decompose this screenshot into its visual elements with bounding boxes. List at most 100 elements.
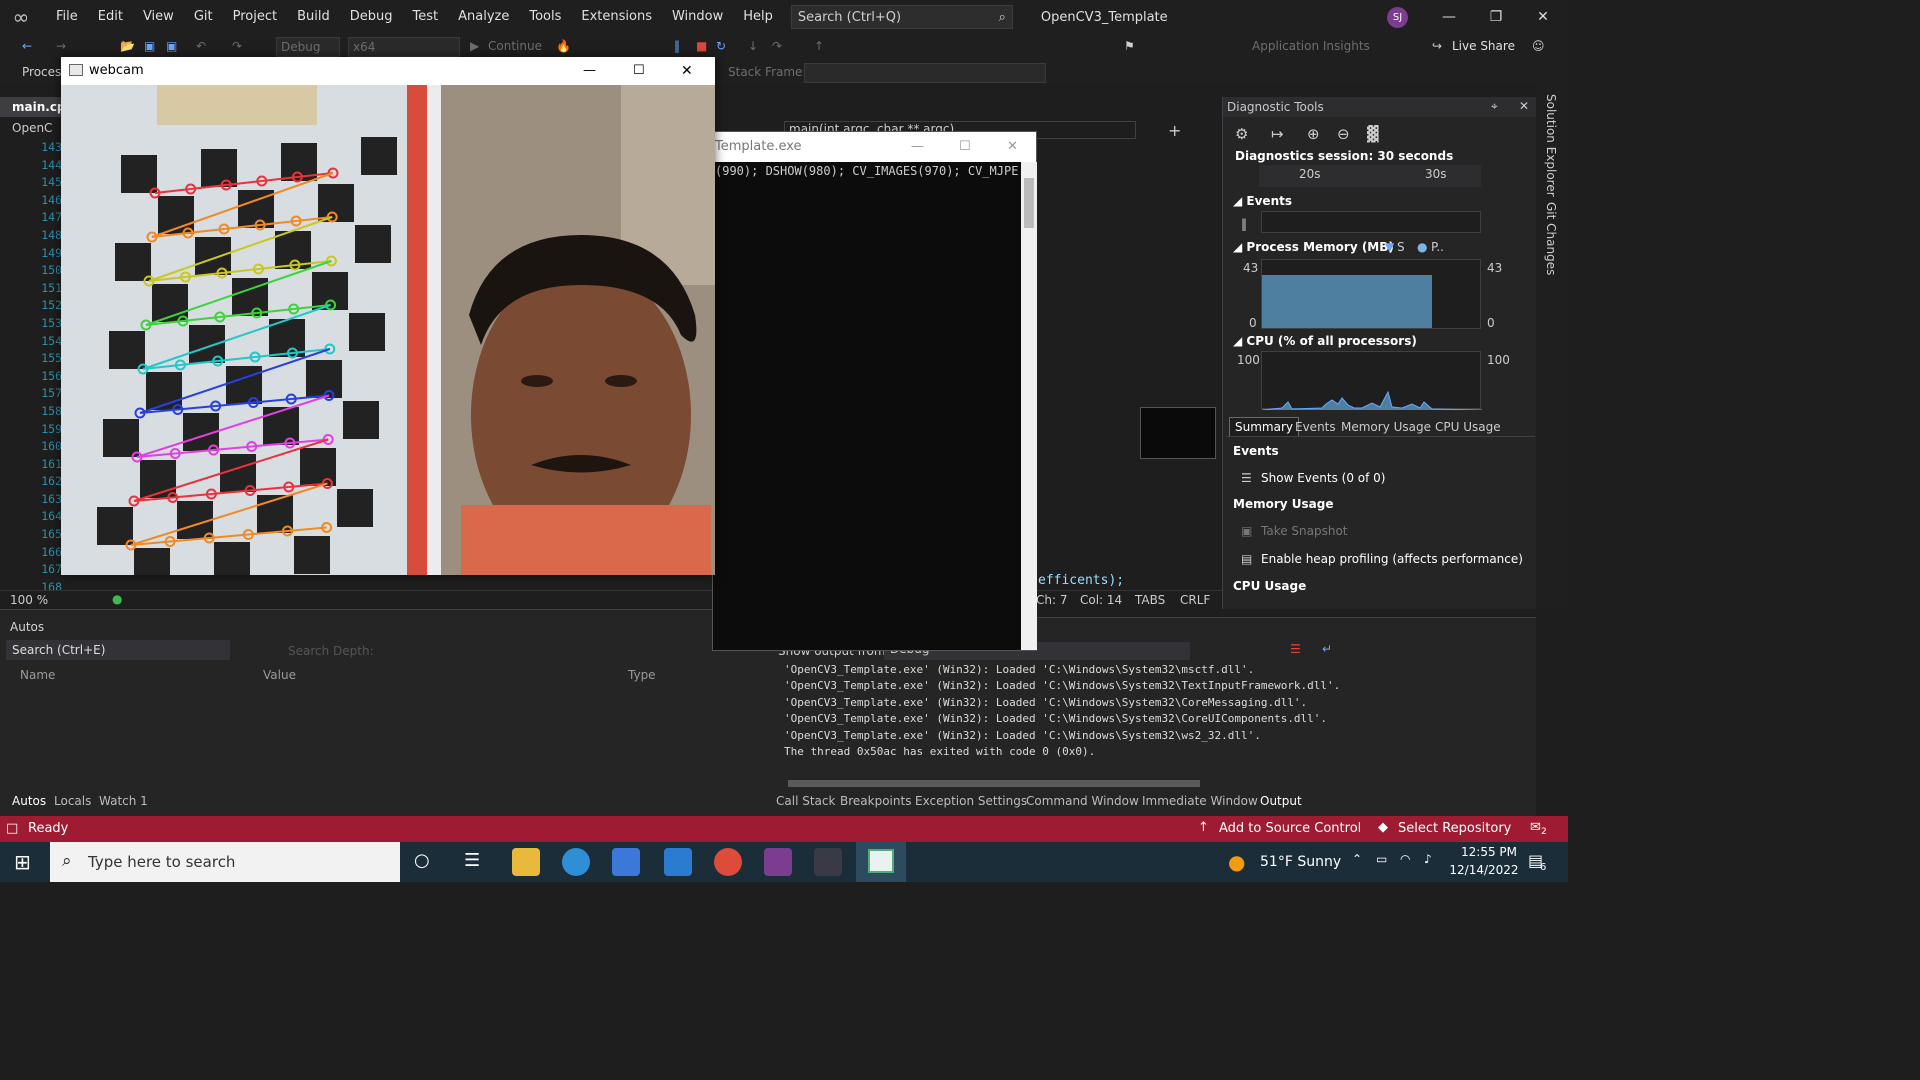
console-maximize-icon[interactable]: ☐ bbox=[959, 132, 971, 162]
enable-heap-profiling-link[interactable]: Enable heap profiling (affects performan… bbox=[1261, 552, 1523, 566]
chrome-icon[interactable] bbox=[714, 848, 742, 876]
menu-window[interactable]: Window bbox=[662, 0, 733, 34]
avatar[interactable]: SJ bbox=[1387, 7, 1408, 28]
line-ending[interactable]: CRLF bbox=[1180, 593, 1210, 607]
terminal-icon[interactable] bbox=[814, 848, 842, 876]
menu-debug[interactable]: Debug bbox=[340, 0, 403, 34]
tab-locals[interactable]: Locals bbox=[54, 794, 91, 808]
word-wrap-icon[interactable]: ↵ bbox=[1322, 642, 1332, 656]
console-scrollbar[interactable] bbox=[1021, 162, 1037, 650]
zoom-out-icon[interactable]: ⊖ bbox=[1337, 125, 1350, 143]
restart-icon[interactable]: ↻ bbox=[716, 39, 732, 55]
save-icon[interactable]: ▣ bbox=[144, 39, 160, 55]
live-share-button[interactable]: Live Share bbox=[1452, 39, 1515, 53]
events-pause-icon[interactable]: ‖ bbox=[1241, 217, 1247, 231]
step-into-icon[interactable]: ↓ bbox=[748, 39, 764, 55]
webcam-window[interactable]: webcam — ☐ ✕ bbox=[61, 57, 715, 575]
weather-sun-icon[interactable]: ● bbox=[1228, 850, 1245, 874]
hot-reload-icon[interactable]: 🔥 bbox=[556, 39, 572, 55]
tab-autos[interactable]: Autos bbox=[12, 794, 46, 808]
autos-search-input[interactable]: Search (Ctrl+E) bbox=[6, 640, 230, 660]
tab-call-stack[interactable]: Call Stack bbox=[776, 794, 835, 808]
tab-cpu-usage[interactable]: CPU Usage bbox=[1435, 420, 1501, 434]
step-out-icon[interactable]: ↑ bbox=[814, 39, 830, 55]
visual-studio-icon[interactable] bbox=[764, 848, 792, 876]
reset-view-icon[interactable]: ▓ bbox=[1367, 125, 1379, 143]
save-all-icon[interactable]: ▣ bbox=[166, 39, 182, 55]
battery-icon[interactable]: ▭ bbox=[1376, 852, 1387, 866]
stop-icon[interactable]: ■ bbox=[696, 39, 712, 55]
chevron-up-icon[interactable]: ⌃ bbox=[1352, 852, 1362, 866]
volume-icon[interactable]: ♪ bbox=[1424, 852, 1432, 866]
column-value[interactable]: Value bbox=[263, 668, 296, 682]
settings-icon[interactable]: ⚙ bbox=[1235, 125, 1248, 143]
undo-icon[interactable]: ↶ bbox=[196, 39, 212, 55]
edge-icon[interactable] bbox=[562, 848, 590, 876]
column-type[interactable]: Type bbox=[628, 668, 656, 682]
menu-extensions[interactable]: Extensions bbox=[571, 0, 662, 34]
menu-test[interactable]: Test bbox=[403, 0, 449, 34]
column-name[interactable]: Name bbox=[20, 668, 55, 682]
close-panel-icon[interactable]: ✕ bbox=[1519, 99, 1529, 113]
console-scroll-thumb[interactable] bbox=[1024, 178, 1034, 228]
configuration-dropdown[interactable]: Debug bbox=[276, 37, 340, 57]
tab-events[interactable]: Events bbox=[1295, 420, 1336, 434]
forward-icon[interactable]: → bbox=[56, 39, 72, 55]
webcam-title-bar[interactable]: webcam — ☐ ✕ bbox=[61, 57, 715, 85]
menu-project[interactable]: Project bbox=[223, 0, 287, 34]
console-window[interactable]: Template.exe — ☐ ✕ (990); DSHOW(980); CV… bbox=[712, 131, 1037, 651]
output-horizontal-scrollbar[interactable] bbox=[788, 780, 1200, 787]
zoom-level[interactable]: 100 % bbox=[10, 593, 48, 607]
clock-date[interactable]: 12/14/2022 bbox=[1448, 863, 1520, 877]
search-input[interactable]: Search (Ctrl+Q) ⌕ bbox=[790, 5, 1013, 29]
play-icon[interactable]: ▶ bbox=[470, 39, 479, 53]
console-minimize-icon[interactable]: — bbox=[911, 132, 924, 162]
tab-watch-1[interactable]: Watch 1 bbox=[99, 794, 148, 808]
platform-dropdown[interactable]: x64 bbox=[348, 37, 460, 57]
tab-exception-settings[interactable]: Exception Settings bbox=[915, 794, 1027, 808]
take-snapshot-button[interactable]: Take Snapshot bbox=[1261, 524, 1348, 538]
webcam-maximize-icon[interactable]: ☐ bbox=[633, 57, 645, 85]
cpu-chart[interactable] bbox=[1261, 351, 1483, 411]
task-view-icon[interactable]: ☰ bbox=[464, 850, 480, 871]
menu-build[interactable]: Build bbox=[287, 0, 340, 34]
windows-start-icon[interactable]: ⊞ bbox=[14, 850, 31, 874]
visual-studio-logo-icon[interactable]: ∞ bbox=[10, 6, 32, 28]
clear-all-icon[interactable]: ☰ bbox=[1290, 642, 1301, 656]
redo-icon[interactable]: ↷ bbox=[232, 39, 248, 55]
open-folder-icon[interactable]: 📂 bbox=[120, 39, 136, 55]
select-repository-button[interactable]: Select Repository bbox=[1398, 821, 1511, 836]
memory-chart[interactable] bbox=[1261, 259, 1481, 329]
feedback-icon[interactable]: ☺ bbox=[1532, 39, 1548, 55]
menu-git[interactable]: Git bbox=[184, 0, 223, 34]
store-icon[interactable] bbox=[612, 848, 640, 876]
taskbar-search[interactable]: ⌕ Type here to search bbox=[50, 842, 400, 882]
close-icon[interactable]: ✕ bbox=[1520, 0, 1566, 34]
minimize-icon[interactable]: — bbox=[1426, 0, 1472, 34]
tab-command-window[interactable]: Command Window bbox=[1026, 794, 1139, 808]
stack-frame-dropdown[interactable] bbox=[804, 63, 1046, 83]
show-events-link[interactable]: Show Events (0 of 0) bbox=[1261, 471, 1385, 485]
file-explorer-icon[interactable] bbox=[512, 848, 540, 876]
pause-icon[interactable]: ‖ bbox=[674, 39, 690, 55]
webcam-minimize-icon[interactable]: — bbox=[583, 57, 596, 85]
menu-file[interactable]: File bbox=[46, 0, 88, 34]
menu-analyze[interactable]: Analyze bbox=[448, 0, 519, 34]
clock-time[interactable]: 12:55 PM bbox=[1458, 845, 1520, 859]
menu-help[interactable]: Help bbox=[733, 0, 783, 34]
weather-text[interactable]: 51°F Sunny bbox=[1260, 854, 1341, 870]
bookmark-icon[interactable]: ⚑ bbox=[1124, 39, 1140, 55]
add-to-source-control-button[interactable]: Add to Source Control bbox=[1219, 821, 1361, 836]
menu-tools[interactable]: Tools bbox=[519, 0, 571, 34]
restore-icon[interactable]: ❐ bbox=[1473, 0, 1519, 34]
console-title-bar[interactable]: Template.exe — ☐ ✕ bbox=[713, 132, 1036, 162]
solution-explorer-tab[interactable]: Solution Explorer bbox=[1544, 94, 1558, 197]
webcam-close-icon[interactable]: ✕ bbox=[681, 57, 693, 85]
tab-immediate-window[interactable]: Immediate Window bbox=[1142, 794, 1258, 808]
mail-icon[interactable] bbox=[664, 848, 692, 876]
timeline-ruler[interactable]: 20s 30s bbox=[1259, 165, 1481, 187]
menu-edit[interactable]: Edit bbox=[88, 0, 133, 34]
continue-button[interactable]: Continue bbox=[488, 39, 542, 53]
git-changes-tab[interactable]: Git Changes bbox=[1544, 202, 1558, 275]
wifi-icon[interactable]: ◠ bbox=[1400, 852, 1410, 866]
